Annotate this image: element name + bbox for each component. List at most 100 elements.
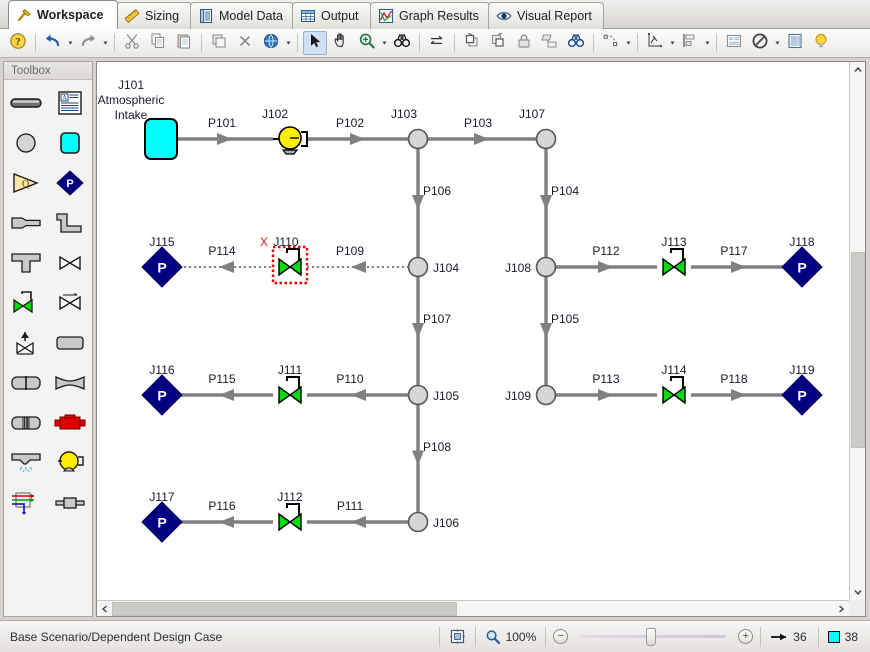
bring-front-button[interactable]: [460, 31, 484, 55]
align-objects-button[interactable]: [678, 31, 702, 55]
scroll-down-arrow-icon[interactable]: [850, 584, 866, 600]
pipe-p105[interactable]: [540, 276, 552, 386]
send-back-button[interactable]: [486, 31, 510, 55]
no-entry-button[interactable]: [748, 31, 772, 55]
zoom-in-button[interactable]: +: [738, 629, 754, 644]
tab-output[interactable]: Output: [292, 2, 372, 29]
general-component-tool[interactable]: [50, 326, 90, 360]
junction-label-j103[interactable]: J103: [391, 107, 417, 121]
volume-balance-tool[interactable]: [50, 486, 90, 520]
tab-graph-results[interactable]: Graph Results: [370, 2, 490, 29]
junction-j113[interactable]: [662, 248, 686, 277]
centrifugal-compressor-tool[interactable]: [50, 446, 90, 480]
pointer-select-button[interactable]: [303, 31, 327, 55]
junction-j116[interactable]: P: [141, 374, 183, 416]
junction-j108[interactable]: [535, 256, 557, 278]
zoom-magnifier-button[interactable]: [355, 31, 379, 55]
compressor-pump-tool[interactable]: [50, 406, 90, 440]
pipe-p107[interactable]: [412, 276, 424, 386]
redo-button[interactable]: [76, 31, 100, 55]
junction-label-j112[interactable]: J112: [277, 490, 302, 504]
branch-symbol[interactable]: [407, 128, 429, 150]
workspace-vertical-scrollbar[interactable]: [849, 62, 865, 600]
control-valve-left-wing[interactable]: [278, 385, 292, 405]
orifice-tool[interactable]: [6, 366, 46, 400]
pipe-label-p109[interactable]: P109: [336, 244, 364, 258]
junction-label-j117[interactable]: J117: [149, 490, 174, 504]
zoom-slider[interactable]: [568, 627, 738, 647]
pipe-count-cell[interactable]: 36: [768, 630, 810, 644]
pipe-label-p113[interactable]: P113: [592, 372, 619, 386]
junction-label-j101[interactable]: J101: [118, 78, 144, 92]
pipe-p117[interactable]: [691, 261, 787, 273]
junction-label-j104[interactable]: J104: [433, 261, 459, 275]
bend-tool[interactable]: [50, 206, 90, 240]
junction-j114[interactable]: [662, 376, 686, 405]
junction-label-j114[interactable]: J114: [661, 363, 686, 377]
pipe-label-p112[interactable]: P112: [592, 244, 619, 258]
junction-j107[interactable]: [535, 128, 557, 150]
control-valve-right-wing[interactable]: [288, 512, 302, 532]
pipe-label-p101[interactable]: P101: [208, 116, 236, 130]
properties-button[interactable]: [722, 31, 746, 55]
pipe-p111[interactable]: [307, 516, 409, 528]
control-valve-right-wing[interactable]: [288, 257, 302, 277]
junction-label-j108[interactable]: J108: [505, 261, 531, 275]
undo-dropdown-arrow-icon[interactable]: [66, 31, 75, 55]
branch-symbol[interactable]: [407, 384, 429, 406]
pipe-tool[interactable]: [6, 86, 46, 120]
duplicate-button[interactable]: [207, 31, 231, 55]
pipe-label-p108[interactable]: P108: [423, 440, 451, 454]
pipe-label-p117[interactable]: P117: [720, 244, 747, 258]
pipe-label-p103[interactable]: P103: [464, 116, 492, 130]
zoom-level-display[interactable]: 100%: [483, 629, 539, 645]
help-button[interactable]: ?: [6, 31, 30, 55]
junction-label-j102[interactable]: J102: [262, 107, 288, 121]
junction-j119[interactable]: P: [781, 374, 823, 416]
junction-j118[interactable]: P: [781, 246, 823, 288]
junction-j102[interactable]: [273, 126, 308, 155]
pipe-p103[interactable]: [427, 133, 537, 145]
pipe-label-p114[interactable]: P114: [208, 244, 235, 258]
tab-sizing[interactable]: Sizing: [116, 2, 192, 29]
branch-symbol[interactable]: [407, 256, 429, 278]
junction-j106[interactable]: [407, 511, 429, 533]
junction-label-j107[interactable]: J107: [519, 107, 545, 121]
area-change-tool[interactable]: [6, 206, 46, 240]
pipe-label-p110[interactable]: P110: [336, 372, 363, 386]
junction-j105[interactable]: [407, 384, 429, 406]
pipe-p106[interactable]: [412, 148, 424, 258]
branch-junction-tool[interactable]: [6, 126, 46, 160]
check-valve-tool[interactable]: [50, 286, 90, 320]
pipe-p114[interactable]: [179, 261, 273, 273]
redo-dropdown-arrow-icon[interactable]: [101, 31, 110, 55]
tab-workspace[interactable]: Workspace: [8, 0, 118, 29]
pipe-p110[interactable]: [307, 389, 409, 401]
junction-j104[interactable]: [407, 256, 429, 278]
lock-button[interactable]: [512, 31, 536, 55]
junction-j103[interactable]: [407, 128, 429, 150]
pipe-p118[interactable]: [691, 389, 787, 401]
branch-symbol[interactable]: [535, 384, 557, 406]
shape-nodes-dropdown-arrow-icon[interactable]: [624, 31, 633, 55]
axes-scale-button[interactable]: [643, 31, 667, 55]
venturi-tool[interactable]: [50, 366, 90, 400]
pipe-p109[interactable]: [307, 261, 409, 273]
relief-valve-tool[interactable]: [6, 326, 46, 360]
copy-button[interactable]: [146, 31, 170, 55]
pipe-p115[interactable]: [179, 389, 273, 401]
control-valve-left-wing[interactable]: [278, 512, 292, 532]
pipe-p113[interactable]: [555, 389, 657, 401]
junction-j115[interactable]: P: [141, 246, 183, 288]
zoom-magnifier-dropdown-arrow-icon[interactable]: [380, 31, 389, 55]
scroll-up-arrow-icon[interactable]: [850, 62, 866, 78]
junction-label-j111[interactable]: J111: [278, 363, 303, 377]
spray-discharge-tool[interactable]: [6, 446, 46, 480]
assigned-pressure-tool[interactable]: P: [50, 166, 90, 200]
tank-symbol[interactable]: [144, 118, 178, 160]
junction-label-j105[interactable]: J105: [433, 389, 459, 403]
junction-j112[interactable]: [278, 503, 302, 532]
valve-tool[interactable]: [50, 246, 90, 280]
paste-button[interactable]: [172, 31, 196, 55]
branch-symbol[interactable]: [535, 256, 557, 278]
